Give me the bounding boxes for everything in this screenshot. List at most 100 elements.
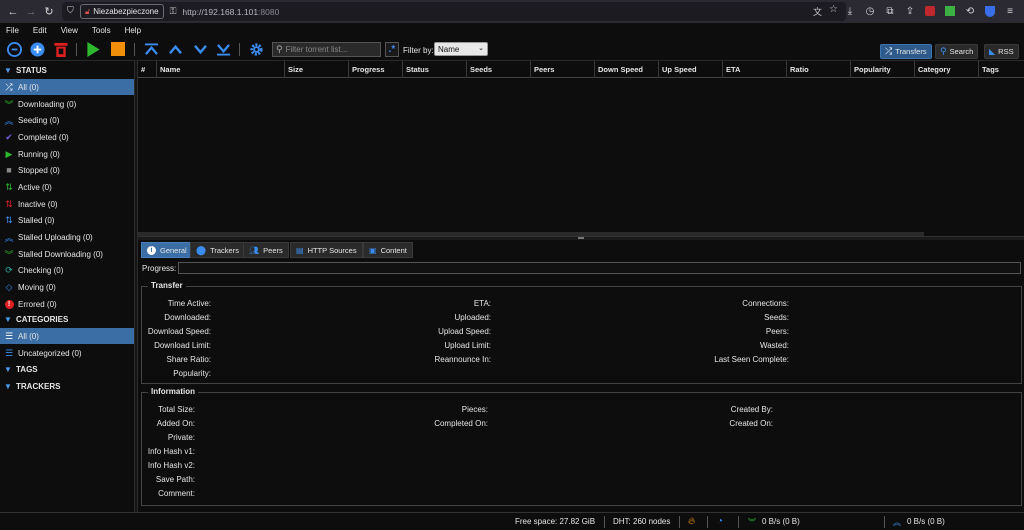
- status-stalled[interactable]: ⇅ Stalled (0): [0, 212, 134, 228]
- menu-edit[interactable]: Edit: [33, 26, 47, 35]
- status-stalled-downloading[interactable]: ︾ Stalled Downloading (0): [0, 246, 134, 262]
- upload-speed-text[interactable]: 0 B/s (0 B): [907, 517, 945, 526]
- trash-icon: [54, 42, 68, 57]
- status-seeding-label: Seeding (0): [18, 115, 60, 125]
- status-active[interactable]: ⇅ Active (0): [0, 179, 134, 195]
- resume-button[interactable]: [85, 41, 101, 57]
- col-peers[interactable]: Peers: [530, 61, 594, 78]
- status-completed[interactable]: ✔ Completed (0): [0, 129, 134, 145]
- green-extension-icon[interactable]: [942, 3, 958, 19]
- map-pin-icon: ⬤: [196, 244, 207, 255]
- tags-section-header[interactable]: ▼ TAGS: [0, 361, 134, 377]
- status-moving[interactable]: ◇ Moving (0): [0, 279, 134, 295]
- sync-icon[interactable]: ⟲: [962, 3, 978, 19]
- pause-button[interactable]: [110, 41, 126, 57]
- download-icon[interactable]: ⤓: [842, 3, 858, 19]
- status-inactive[interactable]: ⇅ Inactive (0): [0, 196, 134, 212]
- grip-icon: [578, 237, 584, 239]
- status-section-header[interactable]: ▼ STATUS: [0, 62, 134, 78]
- transfers-view-button[interactable]: ⤮ Transfers: [880, 44, 932, 59]
- move-down-button[interactable]: [192, 41, 208, 57]
- url-text[interactable]: http://192.168.1.101:8080: [182, 7, 279, 17]
- category-all[interactable]: ☰ All (0): [0, 328, 134, 344]
- shield-extension-icon[interactable]: [982, 3, 998, 19]
- browser-toolbar: ← → ↻ ⛉ 🔓︎ Niezabezpieczone ⚿ http://192…: [0, 0, 1024, 23]
- status-errored[interactable]: ! Errored (0): [0, 296, 134, 312]
- peers-icon: 👥︎: [249, 245, 260, 255]
- properties-panel: i General ⬤ Trackers 👥︎ Peers ▤ HTTP Sou…: [138, 240, 1024, 512]
- add-torrent-link-button[interactable]: [6, 41, 22, 57]
- hamburger-menu-icon[interactable]: ≡: [1002, 3, 1018, 19]
- shuffle-icon: ⤮: [5, 81, 13, 92]
- add-torrent-file-button[interactable]: [29, 41, 45, 57]
- move-top-button[interactable]: [143, 41, 159, 57]
- download-chevrons-icon: ︾: [4, 249, 14, 260]
- status-all[interactable]: ⤮ All (0): [0, 79, 134, 95]
- categories-section-header[interactable]: ▼ CATEGORIES: [0, 311, 134, 327]
- insecure-connection-badge[interactable]: 🔓︎ Niezabezpieczone: [80, 4, 164, 19]
- menu-view[interactable]: View: [61, 26, 78, 35]
- col-progress[interactable]: Progress: [348, 61, 402, 78]
- status-stalled-label: Stalled (0): [18, 215, 55, 225]
- col-up-speed[interactable]: Up Speed: [658, 61, 722, 78]
- menu-tools[interactable]: Tools: [92, 26, 111, 35]
- col-tags[interactable]: Tags: [978, 61, 1024, 78]
- url-bar[interactable]: ⛉ 🔓︎ Niezabezpieczone ⚿ http://192.168.1…: [62, 2, 846, 21]
- col-ratio[interactable]: Ratio: [786, 61, 850, 78]
- col-popularity[interactable]: Popularity: [850, 61, 914, 78]
- tab-trackers[interactable]: ⬤ Trackers: [190, 242, 245, 258]
- speed-limit-icon[interactable]: ◔: [717, 516, 723, 527]
- peers-label: Peers:: [765, 327, 789, 336]
- col-number[interactable]: #: [138, 61, 156, 78]
- transfer-fieldset: Transfer Time Active: Downloaded: Downlo…: [141, 281, 1022, 384]
- move-bottom-button[interactable]: [215, 41, 231, 57]
- download-speed-label: Download Speed:: [147, 327, 211, 336]
- reload-icon[interactable]: ↻: [40, 3, 58, 21]
- category-uncategorized[interactable]: ☰ Uncategorized (0): [0, 345, 134, 361]
- filter-by-value: Name: [438, 44, 460, 54]
- flame-icon[interactable]: 🔥︎: [688, 516, 695, 527]
- filter-by-select[interactable]: Name ⌄: [434, 42, 488, 56]
- menu-file[interactable]: File: [6, 26, 19, 35]
- ublock-icon[interactable]: [922, 3, 938, 19]
- status-running[interactable]: ▶ Running (0): [0, 146, 134, 162]
- status-downloading[interactable]: ︾ Downloading (0): [0, 96, 134, 112]
- tab-peers[interactable]: 👥︎ Peers: [243, 242, 289, 258]
- rss-icon: ◣: [989, 47, 996, 56]
- tab-http-sources-label: HTTP Sources: [307, 245, 357, 255]
- move-up-button[interactable]: [167, 41, 183, 57]
- history-icon[interactable]: ◷: [862, 3, 878, 19]
- time-active-label: Time Active:: [167, 299, 211, 308]
- tab-general[interactable]: i General: [141, 242, 193, 258]
- col-eta[interactable]: ETA: [722, 61, 786, 78]
- regex-toggle-button[interactable]: .*: [385, 42, 399, 57]
- col-seeds[interactable]: Seeds: [466, 61, 530, 78]
- col-size[interactable]: Size: [284, 61, 348, 78]
- download-speed-text[interactable]: 0 B/s (0 B): [762, 517, 800, 526]
- trackers-section-header[interactable]: ▼ TRACKERS: [0, 378, 134, 394]
- menu-help[interactable]: Help: [125, 26, 141, 35]
- status-seeding[interactable]: ︽ Seeding (0): [0, 112, 134, 128]
- delete-torrent-button[interactable]: [53, 41, 69, 57]
- col-down-speed[interactable]: Down Speed: [594, 61, 658, 78]
- chevron-down-icon: ▼: [4, 364, 12, 374]
- translate-icon[interactable]: 文: [813, 5, 822, 18]
- tab-http-sources[interactable]: ▤ HTTP Sources: [290, 242, 363, 258]
- share-icon[interactable]: ⇪: [902, 3, 918, 19]
- torrent-progress-bar: [178, 262, 1021, 274]
- status-checking[interactable]: ⟳ Checking (0): [0, 262, 134, 278]
- search-view-button[interactable]: ⚲ Search: [935, 44, 979, 59]
- status-stalled-uploading[interactable]: ︽ Stalled Uploading (0): [0, 229, 134, 245]
- col-status[interactable]: Status: [402, 61, 466, 78]
- rss-view-button[interactable]: ◣ RSS: [984, 44, 1019, 59]
- tab-content[interactable]: ▣ Content: [363, 242, 413, 258]
- torrent-filter-input[interactable]: [285, 45, 376, 54]
- forward-icon[interactable]: →: [22, 3, 40, 21]
- extensions-icon[interactable]: ⧉: [882, 3, 898, 19]
- col-category[interactable]: Category: [914, 61, 978, 78]
- col-name[interactable]: Name: [156, 61, 284, 78]
- options-button[interactable]: [248, 41, 264, 57]
- status-stopped[interactable]: ■ Stopped (0): [0, 162, 134, 178]
- back-icon[interactable]: ←: [4, 3, 22, 21]
- bookmark-star-icon[interactable]: ☆: [829, 4, 838, 15]
